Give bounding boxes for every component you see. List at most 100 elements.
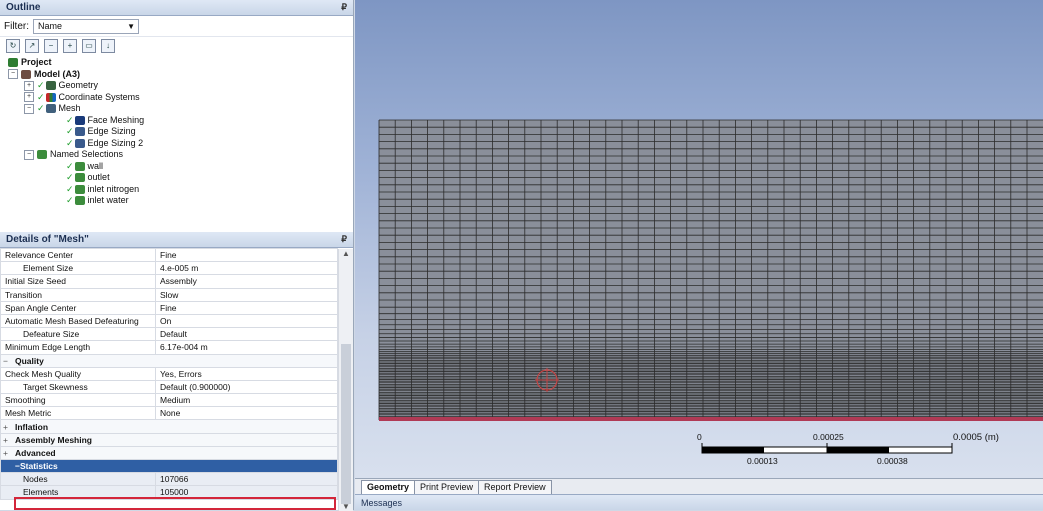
go-to-icon[interactable]: ↗ [25, 39, 39, 53]
detail-row[interactable]: Mesh Metric None [0, 406, 338, 421]
coordinate-systems-icon [45, 92, 56, 102]
group-statistics[interactable]: −Statistics [0, 458, 338, 474]
tree-item-coordinate-systems[interactable]: + ✓ Coordinate Systems [8, 92, 353, 104]
tree-label: Edge Sizing [87, 126, 136, 136]
detail-row[interactable]: Span Angle Center Fine [0, 300, 338, 315]
row-nodes[interactable]: Nodes 107066 [0, 472, 338, 487]
elements-highlight-box [14, 497, 336, 510]
geometry-icon [45, 81, 56, 91]
row-value: Default (0.900000) [155, 379, 338, 395]
group-inflation[interactable]: + Inflation [0, 419, 338, 434]
messages-panel-title: Messages [355, 494, 1043, 510]
tree-label: Coordinate Systems [58, 91, 140, 102]
tree-label: Named Selections [50, 149, 124, 159]
detail-row[interactable]: Smoothing Medium [0, 393, 338, 408]
row-label: Smoothing [0, 393, 156, 408]
filter-select-value: Name [38, 20, 63, 31]
row-value: Slow [155, 287, 338, 302]
tree-item-mesh[interactable]: − ✓ Mesh [8, 103, 353, 115]
detail-row[interactable]: Initial Size Seed Assembly [0, 274, 338, 289]
detail-row[interactable]: Transition Slow [0, 287, 338, 302]
folder-icon[interactable]: ▭ [82, 39, 96, 53]
check-icon: ✓ [37, 91, 45, 102]
scale-tick-label: 0 [697, 432, 702, 442]
row-label: Defeature Size [0, 327, 156, 342]
left-panel: Outline ₽ Filter: Name ▼ ↻ ↗ − + ▭ ↓ Pro… [0, 0, 354, 511]
tree-item-named-selections[interactable]: − Named Selections [8, 149, 353, 161]
pin-icon[interactable]: ₽ [341, 232, 347, 247]
tree-item-project[interactable]: Project [8, 57, 353, 69]
expand-icon[interactable]: + [63, 39, 77, 53]
tree-item-wall[interactable]: ✓ wall [8, 161, 353, 173]
scale-bar [701, 443, 953, 454]
check-icon: ✓ [66, 160, 74, 171]
tab-geometry[interactable]: Geometry [361, 480, 416, 494]
pin-icon[interactable]: ₽ [341, 0, 347, 15]
scale-tick-label: 0.00013 [747, 456, 778, 466]
expand-toggle-icon[interactable]: + [3, 434, 11, 445]
group-quality[interactable]: − Quality [0, 353, 338, 368]
scroll-up-icon[interactable]: ▲ [339, 249, 353, 258]
tree-item-geometry[interactable]: + ✓ Geometry [8, 80, 353, 92]
row-label: Initial Size Seed [0, 274, 156, 289]
bottom-boundary-edge [379, 417, 1043, 421]
outline-tree: Project − Model (A3) + ✓ Geometry + ✓ Co… [0, 55, 353, 207]
collapse-toggle-icon[interactable]: − [8, 69, 18, 80]
detail-row[interactable]: Target Skewness Default (0.900000) [0, 379, 338, 395]
tree-item-face-meshing[interactable]: ✓ Face Meshing [8, 115, 353, 127]
sort-icon[interactable]: ↓ [101, 39, 115, 53]
detail-row[interactable]: Minimum Edge Length 6.17e-004 m [0, 340, 338, 355]
group-advanced[interactable]: + Advanced [0, 445, 338, 461]
tree-label: Project [21, 57, 52, 67]
tree-item-model[interactable]: − Model (A3) [8, 69, 353, 81]
tree-item-edge-sizing-2[interactable]: ✓ Edge Sizing 2 [8, 138, 353, 150]
group-label: Advanced [15, 447, 56, 458]
edge-sizing-icon [74, 138, 85, 148]
collapse-toggle-icon[interactable]: − [24, 149, 34, 160]
group-label: Inflation [15, 421, 49, 432]
tree-label: Mesh [58, 103, 81, 113]
expand-toggle-icon[interactable]: + [3, 447, 11, 458]
mesh-view[interactable] [355, 0, 1043, 478]
expand-toggle-icon[interactable]: + [24, 80, 34, 91]
refresh-icon[interactable]: ↻ [6, 39, 20, 53]
tree-item-inlet-water[interactable]: ✓ inlet water [8, 195, 353, 207]
tree-item-edge-sizing[interactable]: ✓ Edge Sizing [8, 126, 353, 138]
expand-toggle-icon[interactable]: + [3, 421, 11, 432]
collapse-toggle-icon[interactable]: − [3, 355, 11, 366]
detail-row[interactable]: Element Size 4.e-005 m [0, 261, 338, 276]
tree-item-outlet[interactable]: ✓ outlet [8, 172, 353, 184]
details-title: Details of "Mesh" ₽ [0, 232, 353, 248]
collapse-toggle-icon[interactable]: − [24, 103, 34, 114]
filter-select[interactable]: Name ▼ [33, 18, 139, 34]
details-scrollbar[interactable]: ▲ ▼ [338, 249, 353, 511]
expand-toggle-icon[interactable]: + [24, 92, 34, 103]
tree-label: inlet water [87, 195, 129, 205]
tree-label: inlet nitrogen [87, 183, 140, 194]
tree-item-inlet-nitrogen[interactable]: ✓ inlet nitrogen [8, 184, 353, 196]
scrollbar-thumb[interactable] [341, 344, 351, 504]
named-selection-icon [74, 184, 85, 194]
tree-label: Geometry [58, 80, 99, 90]
outline-toolbar: ↻ ↗ − + ▭ ↓ [0, 37, 353, 55]
group-label: Statistics [19, 461, 58, 472]
detail-row[interactable]: Automatic Mesh Based Defeaturing On [0, 313, 338, 329]
outline-title-text: Outline [6, 2, 41, 13]
row-label: Automatic Mesh Based Defeaturing [0, 313, 156, 329]
group-assembly-meshing[interactable]: + Assembly Meshing [0, 432, 338, 447]
detail-row[interactable]: Check Mesh Quality Yes, Errors [0, 366, 338, 381]
details-grid: Relevance Center Fine Element Size 4.e-005 … [0, 247, 338, 500]
tab-print-preview[interactable]: Print Preview [414, 480, 480, 494]
tab-report-preview[interactable]: Report Preview [478, 480, 552, 494]
tree-label: wall [87, 160, 104, 171]
check-icon: ✓ [66, 126, 74, 136]
group-label: Quality [15, 355, 44, 366]
row-value: Medium [155, 393, 338, 408]
detail-row[interactable]: Defeature Size Default [0, 327, 338, 342]
row-label: Span Angle Center [0, 300, 156, 315]
model-icon [21, 69, 31, 79]
row-value: 107066 [155, 472, 338, 487]
graphics-viewport[interactable]: 0 0.00025 0.0005 (m) 0.00013 0.00038 [355, 0, 1043, 478]
collapse-icon[interactable]: − [44, 39, 58, 53]
detail-row[interactable]: Relevance Center Fine [0, 247, 338, 263]
